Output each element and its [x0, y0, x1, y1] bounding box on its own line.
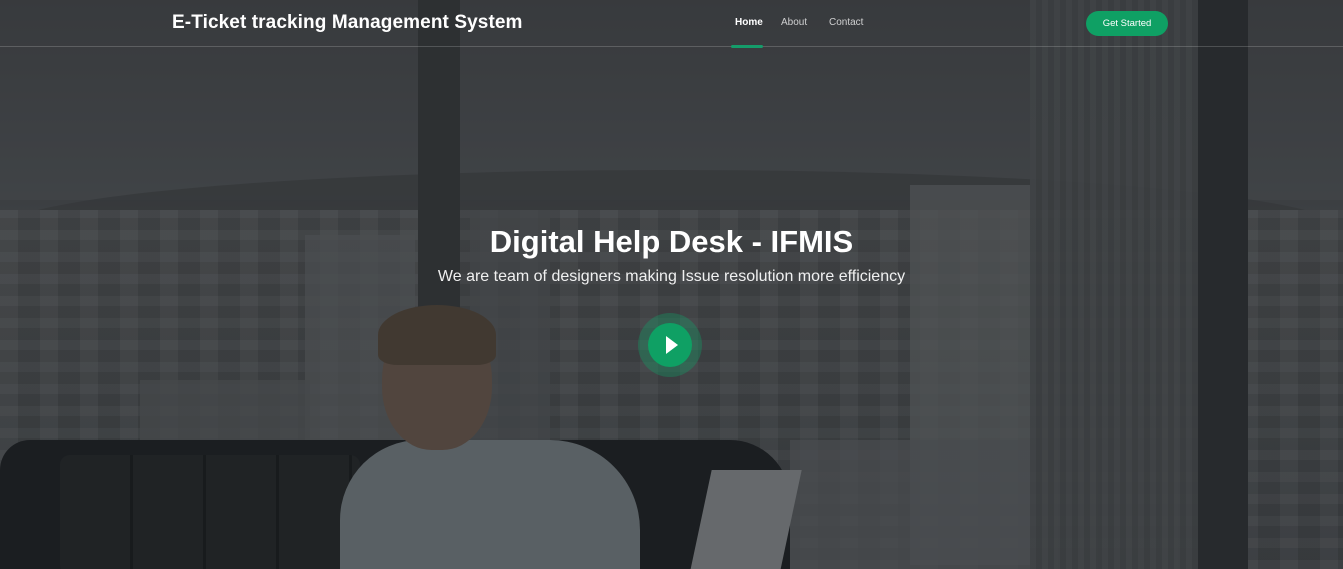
site-brand[interactable]: E-Ticket tracking Management System: [172, 12, 523, 34]
site-header: E-Ticket tracking Management System Home…: [0, 0, 1343, 48]
play-video-button[interactable]: [638, 313, 702, 377]
hero-title: Digital Help Desk - IFMIS: [489, 224, 854, 259]
get-started-button[interactable]: Get Started: [1086, 11, 1168, 36]
play-icon: [666, 336, 678, 354]
nav-link-contact[interactable]: Contact: [829, 17, 863, 28]
nav-link-about[interactable]: About: [781, 17, 807, 28]
play-button-circle[interactable]: [648, 323, 692, 367]
hero-subtitle: We are team of designers making Issue re…: [437, 268, 906, 285]
nav-link-home[interactable]: Home: [735, 17, 763, 28]
active-nav-indicator: [731, 45, 763, 48]
